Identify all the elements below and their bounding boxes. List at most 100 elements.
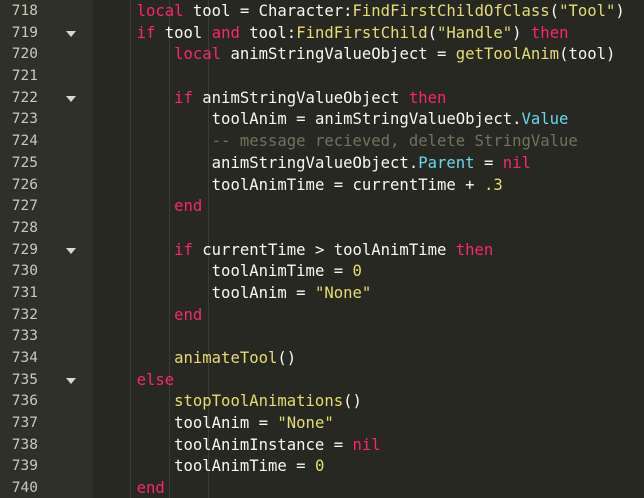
number-token: .3 xyxy=(483,175,503,194)
code-line[interactable]: 736 stopToolAnimations() xyxy=(0,391,644,413)
line-number: 723 xyxy=(11,111,38,128)
code-token: currentTime > toolAnimTime xyxy=(192,240,456,259)
code-line[interactable]: 727 end xyxy=(0,196,644,218)
code-text: local animStringValueObject = getToolAni… xyxy=(99,44,615,66)
code-text: toolAnimInstance = nil xyxy=(99,435,381,457)
code-token: toolAnim = xyxy=(174,414,278,433)
keyword-token: then xyxy=(408,88,447,107)
string-token: "None" xyxy=(277,414,334,433)
indentation xyxy=(99,284,212,302)
line-number: 737 xyxy=(11,415,38,432)
indentation xyxy=(99,2,137,20)
code-line[interactable]: 739 toolAnimTime = 0 xyxy=(0,456,644,478)
line-number: 738 xyxy=(11,436,38,453)
string-token: "Handle" xyxy=(437,23,513,42)
line-number: 739 xyxy=(11,458,38,475)
keyword-token: and xyxy=(211,23,240,42)
code-line[interactable]: 724 -- message recieved, delete StringVa… xyxy=(0,131,644,153)
chevron-down-icon[interactable] xyxy=(66,95,76,102)
keyword-token: local xyxy=(136,2,184,20)
line-number: 727 xyxy=(11,198,38,215)
indentation xyxy=(99,371,137,389)
code-token: animStringValueObject xyxy=(192,88,409,107)
code-text: toolAnim = "None" xyxy=(99,413,334,435)
indentation xyxy=(99,306,174,324)
code-line[interactable]: 734 animateTool() xyxy=(0,348,644,370)
keyword-token: else xyxy=(136,370,175,389)
code-line[interactable]: 726 toolAnimTime = currentTime + .3 xyxy=(0,175,644,197)
line-number: 731 xyxy=(11,284,38,301)
code-line[interactable]: 731 toolAnim = "None" xyxy=(0,283,644,305)
code-line[interactable]: 722 if animStringValueObject then xyxy=(0,88,644,110)
indentation xyxy=(99,457,174,475)
code-token: toolAnimTime = xyxy=(211,262,353,281)
code-line[interactable]: 740 end xyxy=(0,478,644,498)
line-number: 721 xyxy=(11,68,38,85)
code-text: toolAnim = animStringValueObject.Value xyxy=(99,109,569,131)
indentation xyxy=(99,262,212,280)
code-line[interactable]: 719 if tool and tool:FindFirstChild("Han… xyxy=(0,23,644,45)
code-text: if tool and tool:FindFirstChild("Handle"… xyxy=(99,23,569,45)
line-number: 720 xyxy=(11,46,38,63)
line-number: 728 xyxy=(11,219,38,236)
string-token: "None" xyxy=(314,283,372,302)
code-editor[interactable]: 718 local tool = Character:FindFirstChil… xyxy=(0,0,644,498)
line-number: 732 xyxy=(11,306,38,323)
number-token: 0 xyxy=(352,262,362,281)
code-text: toolAnimTime = 0 xyxy=(99,261,362,283)
chevron-down-icon[interactable] xyxy=(66,377,76,384)
code-lines[interactable]: 718 local tool = Character:FindFirstChil… xyxy=(0,1,644,498)
code-token: ( xyxy=(549,2,560,20)
code-token: ) xyxy=(615,2,625,20)
property-token: Parent xyxy=(418,153,475,172)
code-line[interactable]: 725 animStringValueObject.Parent = nil xyxy=(0,153,644,175)
code-text: if animStringValueObject then xyxy=(99,88,446,110)
code-text: end xyxy=(99,305,202,327)
code-token: toolAnim = animStringValueObject. xyxy=(211,110,522,129)
code-line[interactable]: 720 local animStringValueObject = getToo… xyxy=(0,44,644,66)
comment-token: -- message recieved, delete StringValue xyxy=(211,132,578,151)
indentation xyxy=(99,154,212,172)
code-line[interactable]: 730 toolAnimTime = 0 xyxy=(0,261,644,283)
indentation xyxy=(99,479,137,497)
chevron-down-icon[interactable] xyxy=(66,247,76,254)
code-token: animStringValueObject. xyxy=(211,153,419,172)
keyword-token: then xyxy=(455,240,494,259)
indentation xyxy=(99,24,137,42)
keyword-token: if xyxy=(136,23,156,42)
property-token: Value xyxy=(521,110,569,129)
line-number: 722 xyxy=(11,89,38,106)
chevron-down-icon[interactable] xyxy=(66,30,76,37)
code-line[interactable]: 721 xyxy=(0,66,644,88)
code-text: if currentTime > toolAnimTime then xyxy=(99,240,493,262)
code-line[interactable]: 738 toolAnimInstance = nil xyxy=(0,435,644,457)
indentation xyxy=(99,45,174,63)
code-line[interactable]: 733 xyxy=(0,326,644,348)
code-token: () xyxy=(277,349,297,367)
code-token: () xyxy=(343,392,362,411)
line-number: 733 xyxy=(11,328,38,345)
number-token: 0 xyxy=(314,457,325,476)
keyword-token: end xyxy=(136,479,165,498)
indentation xyxy=(99,110,212,128)
function-token: stopToolAnimations xyxy=(174,392,344,411)
code-text: stopToolAnimations() xyxy=(99,391,362,413)
line-number: 725 xyxy=(11,154,38,171)
code-token: tool = Character: xyxy=(183,2,353,20)
code-token: = xyxy=(474,153,503,172)
line-number: 718 xyxy=(11,3,38,19)
line-number: 719 xyxy=(11,24,38,41)
code-line[interactable]: 729 if currentTime > toolAnimTime then xyxy=(0,240,644,262)
code-text: animateTool() xyxy=(99,348,296,370)
code-line[interactable]: 737 toolAnim = "None" xyxy=(0,413,644,435)
keyword-token: end xyxy=(174,305,203,324)
indentation xyxy=(99,414,174,432)
code-line[interactable]: 723 toolAnim = animStringValueObject.Val… xyxy=(0,109,644,131)
code-line[interactable]: 732 end xyxy=(0,305,644,327)
code-line[interactable]: 735 else xyxy=(0,370,644,392)
function-token: getToolAnim xyxy=(455,45,560,64)
code-line[interactable]: 718 local tool = Character:FindFirstChil… xyxy=(0,1,644,23)
line-number: 740 xyxy=(11,480,38,497)
code-line[interactable]: 728 xyxy=(0,218,644,240)
code-token: tool xyxy=(155,23,212,42)
